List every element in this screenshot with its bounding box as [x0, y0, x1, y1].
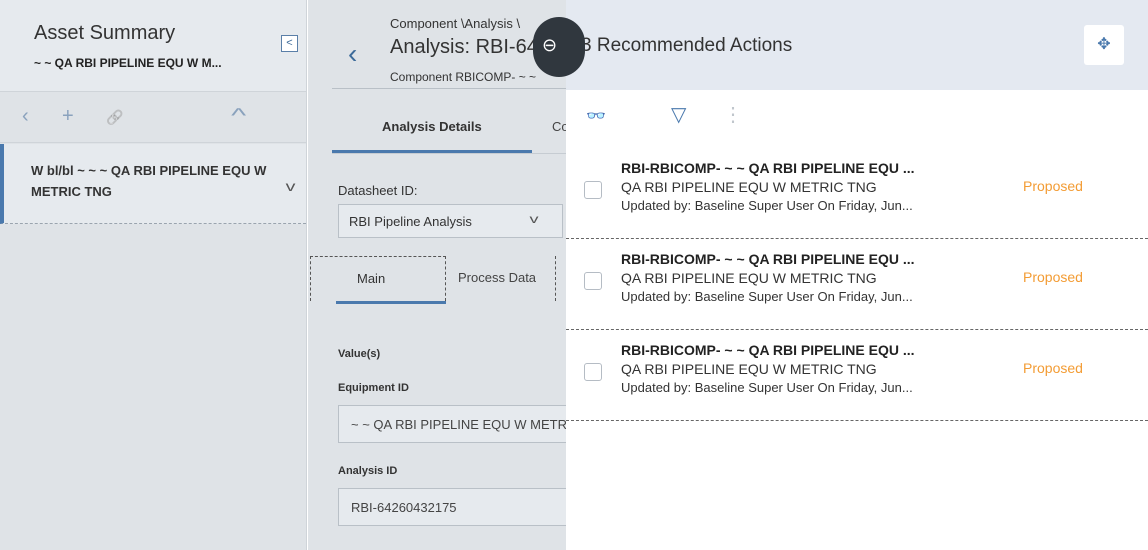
datasheet-select[interactable]: RBI Pipeline Analysis v	[338, 204, 563, 238]
asset-summary-header: Asset Summary ~ ~ QA RBI PIPELINE EQU W …	[0, 0, 306, 92]
recommended-actions-toolbar: 👓 ▽ ⋮	[566, 90, 1148, 148]
action-equipment: QA RBI PIPELINE EQU W METRIC TNG	[621, 179, 877, 195]
page-title: Analysis: RBI-64	[390, 36, 538, 58]
list-item[interactable]: RBI-RBICOMP- ~ ~ QA RBI PIPELINE EQU ...…	[566, 239, 1148, 330]
active-subtab-indicator	[336, 301, 446, 304]
asset-summary-subtitle: ~ ~ QA RBI PIPELINE EQU W M...	[34, 56, 222, 70]
values-heading: Value(s)	[338, 348, 381, 360]
subtab-process-data[interactable]: Process Data	[458, 270, 536, 285]
recommended-actions-title: 3 Recommended Actions	[581, 35, 793, 56]
sub-tabs: Main Process Data	[308, 256, 566, 316]
action-updated: Updated by: Baseline Super User On Frida…	[621, 289, 913, 304]
list-item[interactable]: RBI-RBICOMP- ~ ~ QA RBI PIPELINE EQU ...…	[566, 330, 1148, 421]
select-checkbox[interactable]	[584, 272, 602, 290]
select-checkbox[interactable]	[584, 363, 602, 381]
binoculars-icon[interactable]: 👓	[586, 106, 606, 126]
datasheet-label: Datasheet ID:	[338, 183, 418, 198]
action-updated: Updated by: Baseline Super User On Frida…	[621, 380, 913, 395]
analysis-id-field[interactable]: RBI-64260432175	[338, 488, 578, 526]
subtab-main-label: Main	[357, 271, 386, 286]
equipment-id-field[interactable]: ~ ~ QA RBI PIPELINE EQU W METRIC	[338, 405, 580, 443]
action-title: RBI-RBICOMP- ~ ~ QA RBI PIPELINE EQU ...	[621, 342, 915, 358]
asset-summary-panel: Asset Summary ~ ~ QA RBI PIPELINE EQU W …	[0, 0, 307, 550]
recommended-actions-header: 3 Recommended Actions ✥	[566, 0, 1148, 90]
asset-summary-title: Asset Summary	[34, 22, 176, 44]
chevron-down-icon: v	[529, 212, 539, 226]
slide-toggle-button[interactable]: ⊖	[533, 17, 585, 77]
component-line: Component RBICOMP- ~ ~	[390, 70, 537, 84]
status-badge: Proposed	[1023, 360, 1083, 376]
recommended-actions-panel: 3 Recommended Actions ✥ 👓 ▽ ⋮ RBI-RBICOM…	[566, 0, 1148, 550]
equipment-id-value: ~ ~ QA RBI PIPELINE EQU W METRIC	[351, 417, 580, 432]
list-item[interactable]: RBI-RBICOMP- ~ ~ QA RBI PIPELINE EQU ...…	[566, 148, 1148, 239]
divider	[332, 153, 566, 154]
action-equipment: QA RBI PIPELINE EQU W METRIC TNG	[621, 361, 877, 377]
analysis-panel: Component \Analysis \ ‹ Analysis: RBI-64…	[308, 0, 580, 550]
subtab-main[interactable]: Main	[310, 256, 446, 301]
more-options-icon[interactable]: ⋮	[723, 102, 743, 127]
tab-analysis-details[interactable]: Analysis Details	[382, 119, 482, 134]
breadcrumb[interactable]: Component \Analysis \	[390, 16, 520, 31]
back-chevron-icon[interactable]: ‹	[348, 38, 357, 70]
status-badge: Proposed	[1023, 178, 1083, 194]
asset-toolbar: ‹ + 🔗 ^	[0, 93, 306, 143]
background-page: Asset Summary ~ ~ QA RBI PIPELINE EQU W …	[0, 0, 580, 550]
divider	[555, 256, 556, 301]
back-icon[interactable]: ‹	[22, 105, 29, 128]
analysis-id-value: RBI-64260432175	[351, 500, 457, 515]
select-checkbox[interactable]	[584, 181, 602, 199]
chevron-up-icon[interactable]: ^	[231, 105, 246, 128]
tree-item-selected[interactable]: W bl/bl ~ ~ ~ QA RBI PIPELINE EQU W METR…	[0, 144, 306, 224]
datasheet-value: RBI Pipeline Analysis	[349, 214, 472, 229]
filter-icon[interactable]: ▽	[671, 102, 686, 127]
action-equipment: QA RBI PIPELINE EQU W METRIC TNG	[621, 270, 877, 286]
equipment-id-label: Equipment ID	[338, 382, 409, 394]
action-title: RBI-RBICOMP- ~ ~ QA RBI PIPELINE EQU ...	[621, 251, 915, 267]
tree-item-label: W bl/bl ~ ~ ~ QA RBI PIPELINE EQU W METR…	[31, 163, 267, 199]
divider	[332, 88, 566, 89]
link-icon[interactable]: 🔗	[106, 109, 123, 126]
slide-toggle-icon: ⊖	[542, 35, 558, 55]
collapse-left-icon[interactable]: <	[281, 35, 298, 52]
add-icon[interactable]: +	[62, 105, 74, 128]
move-arrows-icon[interactable]: ✥	[1084, 25, 1124, 65]
action-updated: Updated by: Baseline Super User On Frida…	[621, 198, 913, 213]
action-title: RBI-RBICOMP- ~ ~ QA RBI PIPELINE EQU ...	[621, 160, 915, 176]
status-badge: Proposed	[1023, 269, 1083, 285]
chevron-down-icon[interactable]: v	[286, 178, 296, 194]
analysis-id-label: Analysis ID	[338, 465, 398, 477]
